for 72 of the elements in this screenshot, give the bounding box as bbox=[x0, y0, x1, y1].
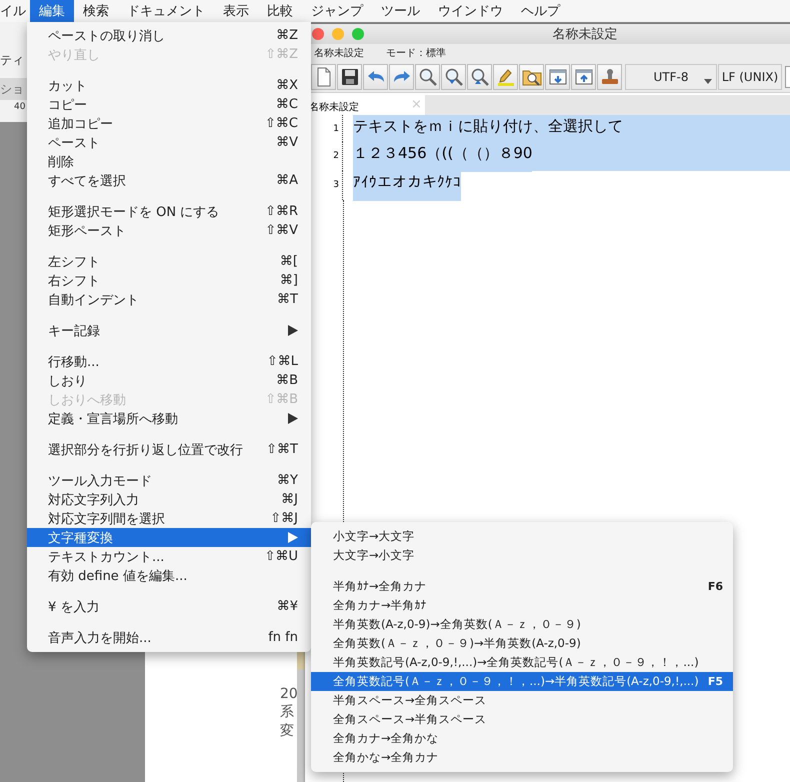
window-title: 名称未設定 bbox=[552, 26, 618, 43]
menu-item-label: 選択部分を行折り返し位置で改行 bbox=[48, 442, 243, 458]
menu-item-label: 有効 define 値を編集... bbox=[48, 568, 188, 584]
shortcut-label: F6 bbox=[708, 580, 723, 593]
menu-item-label: カット bbox=[48, 78, 87, 94]
menu-item-label: 半角スペース→全角スペース bbox=[333, 693, 487, 708]
text-fragment: 20 bbox=[280, 686, 298, 702]
menu-item-label: ¥ を入力 bbox=[48, 598, 100, 616]
shortcut-label: ⌘[ bbox=[280, 254, 298, 269]
shortcut-label: ⌘A bbox=[276, 173, 298, 188]
menu-item-label: キー記録 bbox=[48, 322, 100, 340]
shortcut-label: ⌘Z bbox=[276, 28, 298, 43]
menu-item-label: 半角ｶﾅ→全角カナ bbox=[333, 579, 427, 594]
shortcut-label: F5 bbox=[708, 675, 723, 688]
menu-item-label: 半角英数(A-z,0-9)→全角英数(Ａ－ｚ，０－９) bbox=[333, 617, 581, 632]
shortcut-label: ⇧⌘U bbox=[264, 549, 298, 564]
text-fragment: ショ bbox=[0, 80, 24, 98]
menu-item-label: 小文字→大文字 bbox=[333, 529, 415, 544]
menu-item-label: しおり bbox=[48, 372, 87, 390]
menu-item-label: 半角英数記号(A-z,0-9,!,...)→全角英数記号(Ａ－ｚ，０－９，！，...) bbox=[333, 655, 699, 670]
menu-item-label: 矩形選択モードを ON にする bbox=[48, 204, 220, 220]
menu-item-label: 全角カナ→全角かな bbox=[333, 731, 439, 746]
text-fragment: 系 bbox=[280, 703, 295, 721]
shortcut-label: ⇧⌘J bbox=[270, 511, 298, 526]
menu-item-label: 矩形ペースト bbox=[48, 222, 126, 240]
shortcut-label: ⌘¥ bbox=[276, 599, 298, 614]
shortcut-label: ⌘J bbox=[281, 492, 298, 507]
menu-item-label: 行移動... bbox=[48, 354, 100, 370]
menu-item-label: コピー bbox=[48, 96, 87, 114]
shortcut-label: ⌘V bbox=[276, 135, 298, 150]
menu-item-label: すべてを選択 bbox=[48, 172, 126, 190]
shortcut-label: ⇧⌘R bbox=[265, 204, 298, 219]
shortcut-label: ⌘T bbox=[277, 292, 298, 307]
menu-item-label: 文字種変換 bbox=[48, 530, 113, 546]
ruler-number: 40 bbox=[14, 102, 26, 112]
menu-item-label: やり直し bbox=[48, 46, 100, 64]
document-name: 名称未設定 bbox=[314, 46, 364, 60]
menu-item-label: 全角英数記号(Ａ－ｚ，０－９，！，...)→半角英数記号(A-z,0-9,!,...) bbox=[333, 674, 699, 689]
shortcut-label: ⌘Y bbox=[277, 473, 298, 488]
shortcut-label: ⇧⌘B bbox=[265, 392, 298, 407]
menu-item-label: 自動インデント bbox=[48, 292, 139, 308]
shortcut-label: ⇧⌘Z bbox=[265, 47, 298, 62]
menu-item-label: ペーストの取り消し bbox=[48, 28, 165, 44]
menu-item-label: 右シフト bbox=[48, 272, 100, 290]
shortcut-label: ⇧⌘V bbox=[265, 223, 298, 238]
menu-item-label: 対応文字列入力 bbox=[48, 492, 139, 508]
text-fragment: ティ bbox=[0, 52, 24, 69]
mode-label: モード：標準 bbox=[386, 46, 446, 60]
menu-item-label: 音声入力を開始... bbox=[48, 630, 152, 646]
shortcut-label: ⌘X bbox=[276, 78, 298, 93]
menu-item-label: 対応文字列間を選択 bbox=[48, 510, 165, 528]
menu-item-label: 追加コピー bbox=[48, 116, 113, 132]
shortcut-label: ⇧⌘T bbox=[266, 442, 298, 457]
menu-item-label: ツール入力モード bbox=[48, 472, 152, 490]
menu-item-label: 全角かな→全角カナ bbox=[333, 750, 439, 765]
shortcut-label: ⌘C bbox=[276, 97, 298, 112]
shortcut-label: ⇧⌘L bbox=[266, 354, 298, 369]
menu-item-label: 全角スペース→半角スペース bbox=[333, 712, 487, 727]
menu-item-label: 全角カナ→半角ｶﾅ bbox=[333, 598, 427, 613]
text-fragment: 変 bbox=[280, 722, 295, 740]
shortcut-label: ⌘B bbox=[276, 373, 298, 388]
shortcut-label: fn fn bbox=[268, 630, 298, 645]
menu-item-label: 左シフト bbox=[48, 254, 100, 270]
menu-item-label: 全角英数(Ａ－ｚ，０－９)→半角英数(A-z,0-9) bbox=[333, 636, 581, 651]
menu-item-label: テキストカウント... bbox=[48, 548, 164, 566]
menu-item-label: しおりへ移動 bbox=[48, 392, 126, 408]
shortcut-label: ⇧⌘C bbox=[265, 116, 298, 131]
menu-item-label: 大文字→小文字 bbox=[333, 548, 415, 563]
menu-item-label: 削除 bbox=[48, 154, 74, 170]
menu-item-label: 定義・宣言場所へ移動 bbox=[48, 410, 178, 428]
menu-item-label: ペースト bbox=[48, 134, 100, 152]
shortcut-label: ⌘] bbox=[280, 273, 298, 288]
